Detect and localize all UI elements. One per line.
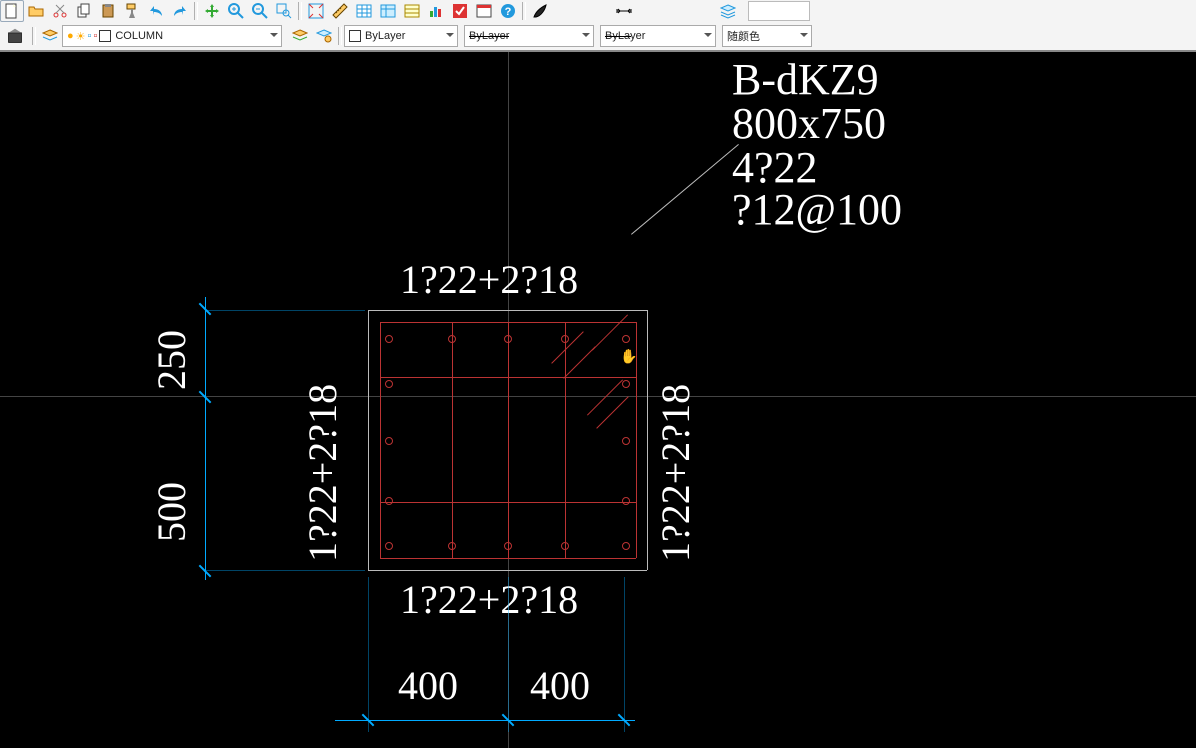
tie: [508, 322, 509, 558]
zoom-extents-icon[interactable]: [304, 0, 328, 22]
dim-line-v: [205, 297, 206, 580]
linetype-combo[interactable]: ByLayer: [464, 25, 594, 47]
check-icon[interactable]: [448, 0, 472, 22]
column-size-text: 800x750: [732, 102, 886, 146]
lineweight-combo[interactable]: ByLayer: [600, 25, 716, 47]
hook: [587, 379, 623, 415]
ext-line: [205, 570, 365, 571]
help-icon[interactable]: ?: [496, 0, 520, 22]
zoom-in-icon[interactable]: [224, 0, 248, 22]
rebar: [385, 437, 393, 445]
open-icon[interactable]: [24, 0, 48, 22]
hook: [592, 314, 628, 350]
stirrup: [380, 558, 636, 559]
redo-icon[interactable]: [168, 0, 192, 22]
table-icon[interactable]: [352, 0, 376, 22]
dim-400a-text: 400: [398, 666, 458, 706]
cut-icon[interactable]: [48, 0, 72, 22]
pan-icon[interactable]: [200, 0, 224, 22]
paste-icon[interactable]: [96, 0, 120, 22]
drawing-canvas[interactable]: ✋ B-dKZ9 800x750 4?22 ?12@100 1?22+2?18 …: [0, 52, 1196, 748]
tie: [452, 322, 453, 558]
right-rebar-text: 1?22+2?18: [656, 384, 696, 562]
rebar: [622, 542, 630, 550]
table2-icon[interactable]: [376, 0, 400, 22]
plot-color-text: 随颜色: [727, 28, 760, 44]
col-outline: [647, 310, 648, 570]
rebar: [385, 497, 393, 505]
tie: [565, 322, 566, 558]
rebar: [385, 542, 393, 550]
layers-icon[interactable]: [716, 0, 740, 22]
leader: [631, 144, 739, 235]
table3-icon[interactable]: [400, 0, 424, 22]
crosshair-h: [0, 396, 1196, 397]
property-toolbar: ● ☀ ▫ ▫ COLUMN ByLayer ByLayer ByLayer 随…: [0, 22, 1196, 52]
rebar: [561, 335, 569, 343]
dim-tool-icon[interactable]: [612, 0, 636, 22]
ext-line: [508, 577, 509, 732]
layer-prev-icon[interactable]: [288, 25, 312, 47]
color-bylayer-combo[interactable]: ByLayer: [344, 25, 458, 47]
rebar: [385, 380, 393, 388]
col-outline: [368, 310, 647, 311]
rebar: [622, 380, 630, 388]
calendar-icon[interactable]: [472, 0, 496, 22]
hook: [563, 346, 596, 379]
rebar: [504, 542, 512, 550]
measure-icon[interactable]: [328, 0, 352, 22]
rebar: [622, 437, 630, 445]
copy-icon[interactable]: [72, 0, 96, 22]
zoom-out-icon[interactable]: [248, 0, 272, 22]
layer-combo[interactable]: ● ☀ ▫ ▫ COLUMN: [62, 25, 282, 47]
layer-stack-icon[interactable]: [38, 25, 62, 47]
main-toolbar: ?: [0, 0, 1196, 23]
dim-250-text: 250: [152, 330, 192, 390]
zoom-window-icon[interactable]: [272, 0, 296, 22]
format-paint-icon[interactable]: [120, 0, 144, 22]
cursor-hand-icon: ✋: [620, 348, 637, 365]
new-icon[interactable]: [0, 0, 24, 22]
ext-line: [624, 577, 625, 732]
rebar: [385, 335, 393, 343]
corner-rebar-text: 4?22: [732, 146, 818, 190]
svg-text:?: ?: [505, 6, 512, 18]
rebar: [561, 542, 569, 550]
column-id-text: B-dKZ9: [732, 58, 879, 102]
combo1-text: ByLayer: [365, 30, 405, 42]
ext-line: [205, 310, 365, 311]
rebar: [448, 542, 456, 550]
layer-combo-text: COLUMN: [115, 30, 163, 42]
pen-icon[interactable]: [528, 0, 552, 22]
undo-icon[interactable]: [144, 0, 168, 22]
dim-line-h: [335, 720, 635, 721]
chart-icon[interactable]: [424, 0, 448, 22]
rebar: [504, 335, 512, 343]
home-view-icon[interactable]: [0, 23, 30, 49]
ext-line: [368, 577, 369, 732]
col-outline: [368, 310, 369, 570]
plot-color-combo[interactable]: 随颜色: [722, 25, 812, 47]
stirrup-spec-text: ?12@100: [732, 188, 902, 232]
top-rebar-text: 1?22+2?18: [400, 260, 578, 300]
stirrup: [380, 322, 381, 558]
layer-iso-icon[interactable]: [312, 25, 336, 47]
dim-500-text: 500: [152, 482, 192, 542]
bottom-rebar-text: 1?22+2?18: [400, 580, 578, 620]
rebar: [622, 335, 630, 343]
dim-400b-text: 400: [530, 666, 590, 706]
rebar: [622, 497, 630, 505]
rebar: [448, 335, 456, 343]
col-outline: [368, 570, 647, 571]
left-rebar-text: 1?22+2?18: [303, 384, 343, 562]
